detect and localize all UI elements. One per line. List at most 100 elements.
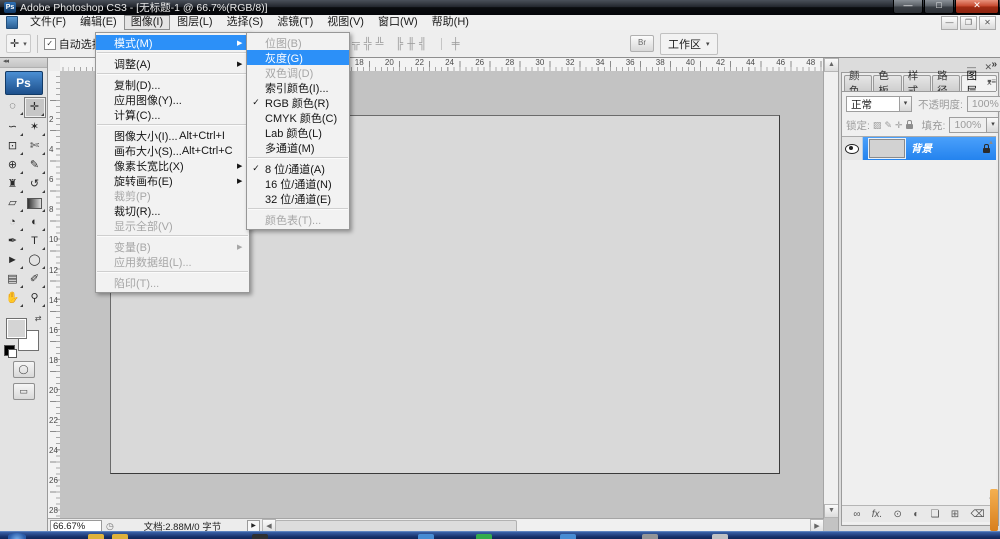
auto-align-layers-icon[interactable]: ╪	[441, 38, 460, 50]
layer-mask-icon[interactable]: ⊙	[894, 509, 902, 520]
tool-preset-picker[interactable]: ✛ ▾	[6, 34, 31, 53]
shape-tool[interactable]: ◯	[24, 251, 46, 270]
mode-submenu-item-rgb-color[interactable]: ✓RGB 颜色(R)	[247, 95, 349, 110]
distribute-left-edges-icon[interactable]: ╠	[395, 38, 403, 50]
mode-submenu-item-cmyk-color[interactable]: CMYK 颜色(C)	[247, 110, 349, 125]
history-brush-tool[interactable]: ↺	[24, 175, 46, 194]
image-menu-item-adjustments[interactable]: 调整(A)▶	[96, 56, 249, 71]
slice-tool[interactable]: ✄	[24, 137, 46, 156]
mode-submenu-item-grayscale[interactable]: 灰度(G)	[247, 50, 349, 65]
distribute-right-edges-icon[interactable]: ╣	[419, 38, 427, 50]
image-menu-item-trim[interactable]: 裁切(R)...	[96, 203, 249, 218]
lock-all-icon[interactable]	[906, 120, 913, 130]
layer-thumbnail[interactable]	[869, 139, 905, 158]
distribute-horizontal-centers-icon[interactable]: ╫	[407, 38, 415, 50]
adjustment-layer-icon[interactable]: ◐	[913, 509, 919, 520]
pen-tool[interactable]: ✒	[2, 232, 24, 251]
screen-mode-button[interactable]: ▭	[13, 383, 35, 400]
image-menu-item-calculations[interactable]: 计算(C)...	[96, 107, 249, 122]
fill-field[interactable]: 100% ▾	[949, 117, 999, 133]
mode-submenu-item-multichannel[interactable]: 多通道(M)	[247, 140, 349, 155]
image-menu-item-rotate-canvas[interactable]: 旋转画布(E)▶	[96, 173, 249, 188]
image-menu-item-pixel-aspect-ratio[interactable]: 像素长宽比(X)▶	[96, 158, 249, 173]
eraser-tool[interactable]: ▱	[2, 194, 24, 213]
swap-colors-icon[interactable]: ⇄	[35, 314, 42, 323]
toolbox-collapse-icon[interactable]: ◂◂	[0, 58, 47, 68]
align-vertical-centers-icon[interactable]: ╬	[364, 38, 372, 50]
mode-submenu-item-indexed-color[interactable]: 索引颜色(I)...	[247, 80, 349, 95]
default-colors-icon[interactable]	[4, 345, 15, 356]
gradient-tool[interactable]	[24, 194, 46, 213]
mode-submenu-item-duotone[interactable]: 双色调(D)	[247, 65, 349, 80]
lock-position-icon[interactable]: ✛	[895, 120, 903, 131]
blur-tool[interactable]: ◔	[2, 213, 24, 232]
taskbar-icon[interactable]	[252, 534, 268, 539]
delete-layer-icon[interactable]: ⌫	[970, 509, 984, 520]
tab-color[interactable]: 颜色	[844, 75, 872, 91]
taskbar-icon[interactable]	[560, 534, 576, 539]
notes-tool[interactable]: ▤	[2, 270, 24, 289]
lasso-tool[interactable]: ∽	[2, 118, 24, 137]
opacity-field[interactable]: 100% ▾	[967, 96, 1000, 112]
start-orb-icon[interactable]	[8, 533, 26, 539]
workspace-dropdown[interactable]: 工作区 ▾	[660, 33, 718, 55]
quick-mask-button[interactable]: ◯	[13, 361, 35, 378]
hand-tool[interactable]: ✋	[2, 289, 24, 308]
doc-close-icon[interactable]: ✕	[979, 16, 996, 30]
windows-taskbar[interactable]	[0, 531, 1000, 539]
menubar-item-edit[interactable]: 编辑(E)	[73, 15, 124, 30]
mode-submenu-item-8-bits-channel[interactable]: ✓8 位/通道(A)	[247, 161, 349, 176]
panel-menu-icon[interactable]: ▾≡	[987, 77, 996, 86]
minimize-icon[interactable]: —	[893, 0, 923, 14]
image-menu-item-trap[interactable]: 陷印(T)...	[96, 275, 249, 290]
tab-paths[interactable]: 路径	[932, 75, 960, 91]
menubar-item-help[interactable]: 帮助(H)	[425, 15, 476, 30]
taskbar-icon[interactable]	[418, 534, 434, 539]
image-menu-item-apply-data-set[interactable]: 应用数据组(L)...	[96, 254, 249, 269]
taskbar-icon[interactable]	[642, 534, 658, 539]
scroll-up-icon[interactable]: ▲	[824, 58, 839, 72]
new-layer-icon[interactable]: ⊞	[951, 509, 959, 520]
lock-image-pixels-icon[interactable]: ✎	[884, 120, 892, 131]
image-menu-item-duplicate[interactable]: 复制(D)...	[96, 77, 249, 92]
menubar-item-window[interactable]: 窗口(W)	[371, 15, 425, 30]
image-menu-item-apply-image[interactable]: 应用图像(Y)...	[96, 92, 249, 107]
list-scroll-up-icon[interactable]: ▲	[988, 140, 994, 146]
taskbar-icon[interactable]	[712, 534, 728, 539]
zoom-tool[interactable]: ⚲	[24, 289, 46, 308]
scroll-down-icon[interactable]: ▼	[824, 504, 839, 518]
blend-mode-select[interactable]: 正常 ▾	[846, 96, 912, 112]
eyedropper-tool[interactable]: ✐	[24, 270, 46, 289]
healing-brush-tool[interactable]: ⊕	[2, 156, 24, 175]
menubar-item-file[interactable]: 文件(F)	[23, 15, 73, 30]
elliptical-marquee-tool[interactable]: ◌	[2, 97, 24, 116]
mode-submenu-item-32-bits-channel[interactable]: 32 位/通道(E)	[247, 191, 349, 206]
foreground-color-swatch[interactable]	[6, 318, 27, 339]
taskbar-icon[interactable]	[112, 534, 128, 539]
image-menu-item-image-size[interactable]: 图像大小(I)...Alt+Ctrl+I	[96, 128, 249, 143]
clone-stamp-tool[interactable]: ♜	[2, 175, 24, 194]
mode-submenu-item-bitmap[interactable]: 位图(B)	[247, 35, 349, 50]
taskbar-icon[interactable]	[88, 534, 104, 539]
visibility-cell[interactable]	[842, 137, 863, 160]
close-icon[interactable]: ✕	[955, 0, 999, 14]
layer-row-background[interactable]: 背景	[842, 137, 996, 160]
tab-styles[interactable]: 样式	[903, 75, 931, 91]
mode-submenu-item-16-bits-channel[interactable]: 16 位/通道(N)	[247, 176, 349, 191]
vertical-scrollbar[interactable]: ▲ ▼	[823, 58, 838, 518]
magic-wand-tool[interactable]: ✶	[24, 118, 46, 137]
menubar-item-select[interactable]: 选择(S)	[220, 15, 271, 30]
taskbar-icon[interactable]	[476, 534, 492, 539]
tab-swatches[interactable]: 色板	[873, 75, 901, 91]
maximize-icon[interactable]: □	[924, 0, 954, 14]
mode-submenu-item-lab-color[interactable]: Lab 颜色(L)	[247, 125, 349, 140]
brush-tool[interactable]: ✎	[24, 156, 46, 175]
image-menu-item-crop[interactable]: 裁剪(P)	[96, 188, 249, 203]
layer-style-icon[interactable]: fx.	[872, 509, 883, 520]
go-to-bridge-icon[interactable]: Br	[630, 35, 654, 52]
align-top-edges-icon[interactable]: ╦	[352, 38, 360, 50]
image-menu-item-reveal-all[interactable]: 显示全部(V)	[96, 218, 249, 233]
doc-restore-icon[interactable]: ❐	[960, 16, 977, 30]
move-tool[interactable]: ✛	[24, 97, 46, 118]
align-bottom-edges-icon[interactable]: ╩	[376, 38, 384, 50]
